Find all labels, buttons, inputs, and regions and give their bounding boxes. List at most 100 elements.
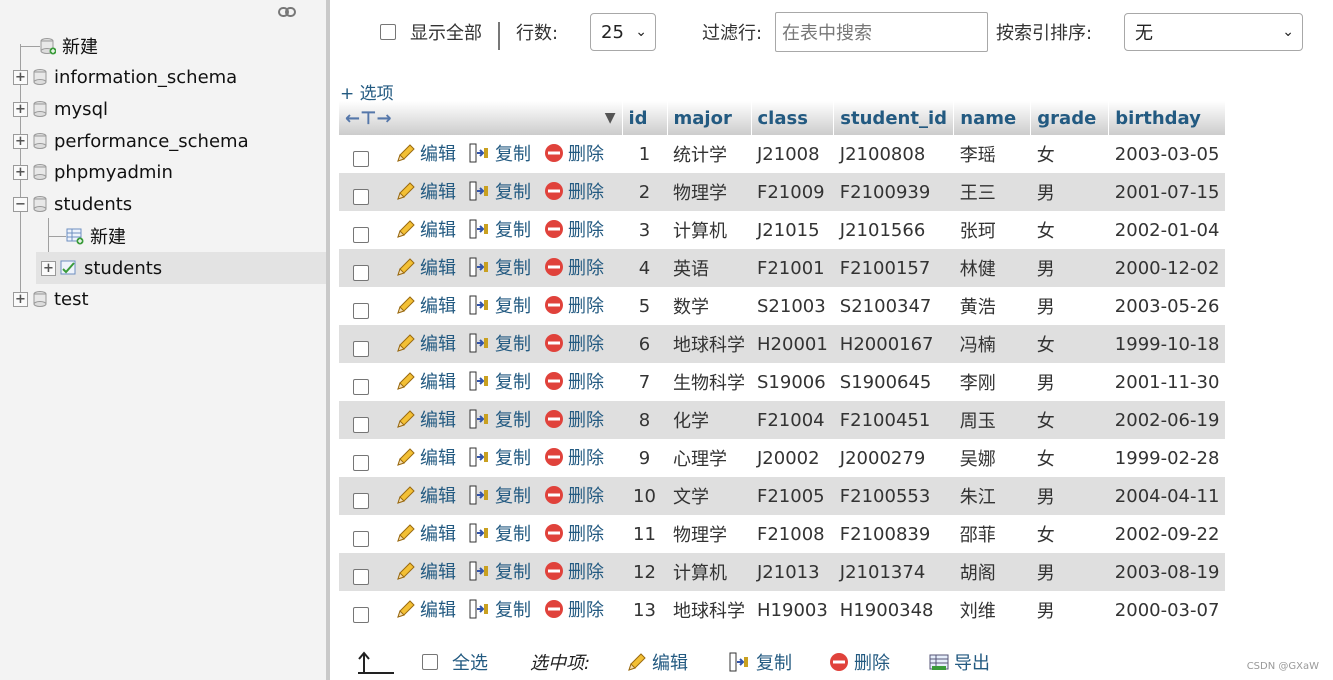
copy-button[interactable]: 复制: [468, 444, 531, 470]
cell-grade[interactable]: 男: [1030, 591, 1109, 629]
cell-birthday[interactable]: 2002-06-19: [1108, 401, 1226, 439]
row-checkbox[interactable]: [353, 530, 369, 547]
cell-student-id[interactable]: J2100808: [833, 135, 954, 173]
row-checkbox[interactable]: [353, 226, 369, 243]
cell-grade[interactable]: 男: [1030, 553, 1109, 591]
column-header-student-id[interactable]: student_id: [833, 101, 955, 135]
cell-name[interactable]: 冯楠: [953, 325, 1031, 363]
column-arrows-icon[interactable]: ←⊤→: [345, 108, 392, 129]
cell-class[interactable]: S21003: [751, 287, 834, 325]
cell-class[interactable]: F21004: [751, 401, 834, 439]
nav-item-mysql[interactable]: + mysql: [13, 95, 108, 123]
delete-button[interactable]: 删除: [543, 254, 604, 280]
expand-icon[interactable]: +: [13, 164, 28, 180]
cell-id[interactable]: 3: [622, 211, 667, 249]
delete-button[interactable]: 删除: [543, 558, 604, 584]
filter-input[interactable]: 在表中搜索: [775, 12, 988, 52]
cell-id[interactable]: 4: [622, 249, 667, 287]
cell-birthday[interactable]: 1999-02-28: [1108, 439, 1226, 477]
column-header-grade[interactable]: grade: [1030, 101, 1110, 135]
cell-grade[interactable]: 男: [1030, 363, 1109, 401]
edit-button[interactable]: 编辑: [395, 254, 456, 280]
copy-button[interactable]: 复制: [468, 292, 531, 318]
copy-button[interactable]: 复制: [468, 216, 531, 242]
bulk-export-button[interactable]: 导出: [928, 645, 990, 679]
row-checkbox[interactable]: [353, 264, 369, 281]
cell-grade[interactable]: 女: [1030, 515, 1109, 553]
select-all-checkbox[interactable]: [422, 654, 438, 670]
cell-id[interactable]: 2: [622, 173, 667, 211]
edit-button[interactable]: 编辑: [395, 482, 456, 508]
cell-name[interactable]: 李刚: [953, 363, 1031, 401]
cell-id[interactable]: 7: [622, 363, 667, 401]
edit-button[interactable]: 编辑: [395, 520, 456, 546]
table-row[interactable]: 编辑 复制 删除 1 统计学 J21008 J2100808 李瑶女 2003-03-05: [339, 135, 1226, 173]
cell-student-id[interactable]: F2100157: [833, 249, 954, 287]
cell-class[interactable]: H19003: [751, 591, 834, 629]
cell-name[interactable]: 黄浩: [953, 287, 1031, 325]
nav-item-phpmyadmin[interactable]: + phpmyadmin: [13, 158, 173, 186]
cell-major[interactable]: 物理学: [667, 515, 751, 553]
table-row[interactable]: 编辑 复制 删除 3 计算机 J21015 J2101566 张珂女 2002-01-04: [339, 211, 1226, 249]
cell-grade[interactable]: 男: [1030, 477, 1109, 515]
cell-id[interactable]: 5: [622, 287, 667, 325]
nav-item-performance-schema[interactable]: + performance_schema: [13, 127, 249, 155]
table-row[interactable]: 编辑 复制 删除 7 生物科学 S19006 S1900645 李刚男 2001-11-30: [339, 363, 1226, 401]
delete-button[interactable]: 删除: [543, 444, 604, 470]
column-header-birthday[interactable]: birthday: [1108, 101, 1226, 135]
cell-student-id[interactable]: S2100347: [833, 287, 954, 325]
row-checkbox[interactable]: [353, 416, 369, 433]
copy-button[interactable]: 复制: [468, 330, 531, 356]
cell-birthday[interactable]: 2003-03-05: [1108, 135, 1226, 173]
cell-grade[interactable]: 男: [1030, 249, 1109, 287]
cell-student-id[interactable]: J2101374: [833, 553, 954, 591]
cell-student-id[interactable]: J2101566: [833, 211, 954, 249]
cell-birthday[interactable]: 2003-05-26: [1108, 287, 1226, 325]
bulk-edit-button[interactable]: 编辑: [626, 645, 688, 679]
cell-class[interactable]: F21009: [751, 173, 834, 211]
row-checkbox[interactable]: [353, 492, 369, 509]
cell-major[interactable]: 数学: [667, 287, 751, 325]
cell-class[interactable]: J21013: [751, 553, 834, 591]
edit-button[interactable]: 编辑: [395, 406, 456, 432]
cell-grade[interactable]: 女: [1030, 211, 1109, 249]
show-all-control[interactable]: 显示全部: [380, 12, 482, 52]
rows-select[interactable]: 25 ⌄: [590, 13, 656, 51]
edit-button[interactable]: 编辑: [395, 292, 456, 318]
table-row[interactable]: 编辑 复制 删除 13 地球科学 H19003 H1900348 刘维男 2000-03-07: [339, 591, 1226, 629]
table-row[interactable]: 编辑 复制 删除 2 物理学 F21009 F2100939 王三男 2001-07-15: [339, 173, 1226, 211]
cell-major[interactable]: 英语: [667, 249, 751, 287]
delete-button[interactable]: 删除: [543, 216, 604, 242]
table-row[interactable]: 编辑 复制 删除 11 物理学 F21008 F2100839 邵菲女 2002-09-22: [339, 515, 1226, 553]
cell-birthday[interactable]: 2000-03-07: [1108, 591, 1226, 629]
cell-major[interactable]: 生物科学: [667, 363, 751, 401]
expand-icon[interactable]: +: [13, 69, 28, 85]
row-checkbox[interactable]: [353, 150, 369, 167]
copy-button[interactable]: 复制: [468, 558, 531, 584]
copy-button[interactable]: 复制: [468, 140, 531, 166]
edit-button[interactable]: 编辑: [395, 330, 456, 356]
cell-name[interactable]: 李瑶: [953, 135, 1031, 173]
cell-student-id[interactable]: F2100451: [833, 401, 954, 439]
delete-button[interactable]: 删除: [543, 292, 604, 318]
cell-class[interactable]: J20002: [751, 439, 834, 477]
cell-grade[interactable]: 女: [1030, 325, 1109, 363]
cell-major[interactable]: 计算机: [667, 211, 751, 249]
cell-name[interactable]: 林健: [953, 249, 1031, 287]
row-checkbox[interactable]: [353, 568, 369, 585]
table-row[interactable]: 编辑 复制 删除 6 地球科学 H20001 H2000167 冯楠女 1999-10-18: [339, 325, 1226, 363]
copy-button[interactable]: 复制: [468, 178, 531, 204]
cell-student-id[interactable]: S1900645: [833, 363, 954, 401]
cell-id[interactable]: 6: [622, 325, 667, 363]
cell-grade[interactable]: 女: [1030, 401, 1109, 439]
cell-name[interactable]: 王三: [953, 173, 1031, 211]
nav-item-information-schema[interactable]: + information_schema: [13, 63, 237, 91]
cell-class[interactable]: J21008: [751, 135, 834, 173]
row-checkbox[interactable]: [353, 302, 369, 319]
row-checkbox[interactable]: [353, 606, 369, 623]
cell-major[interactable]: 地球科学: [667, 325, 751, 363]
delete-button[interactable]: 删除: [543, 368, 604, 394]
cell-student-id[interactable]: H1900348: [833, 591, 954, 629]
cell-id[interactable]: 10: [622, 477, 667, 515]
cell-student-id[interactable]: F2100939: [833, 173, 954, 211]
